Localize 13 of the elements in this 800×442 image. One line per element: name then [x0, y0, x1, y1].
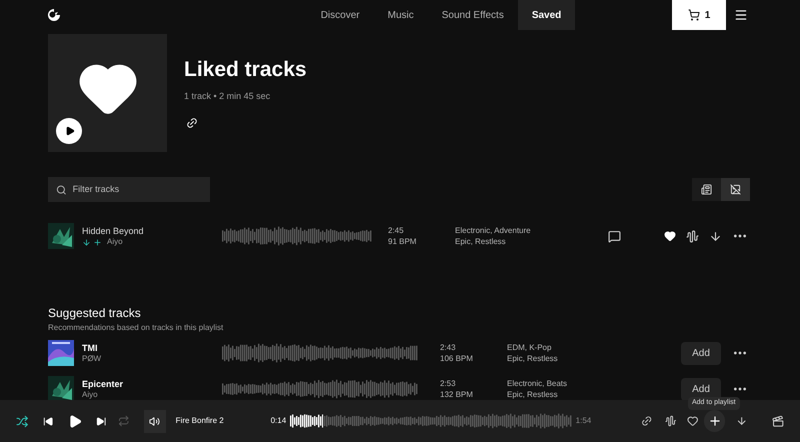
playlist-meta: 1 track • 2 min 45 sec	[184, 90, 272, 102]
duration: 2:45	[388, 225, 405, 236]
bpm: 132 BPM	[440, 389, 474, 400]
elapsed-time: 0:14	[270, 415, 288, 427]
bpm: 91 BPM	[388, 236, 418, 247]
now-playing-title: Fire Bonfire 2	[176, 415, 225, 427]
section-subtitle: Recommendations based on tracks in this playlist	[48, 322, 224, 334]
duration: 2:43	[440, 342, 457, 353]
total-time: 1:54	[576, 415, 592, 427]
duration: 2:53	[440, 378, 457, 389]
section-title: Suggested tracks	[48, 305, 142, 322]
bpm: 106 BPM	[440, 353, 474, 364]
playlist-title: Liked tracks	[184, 57, 307, 83]
